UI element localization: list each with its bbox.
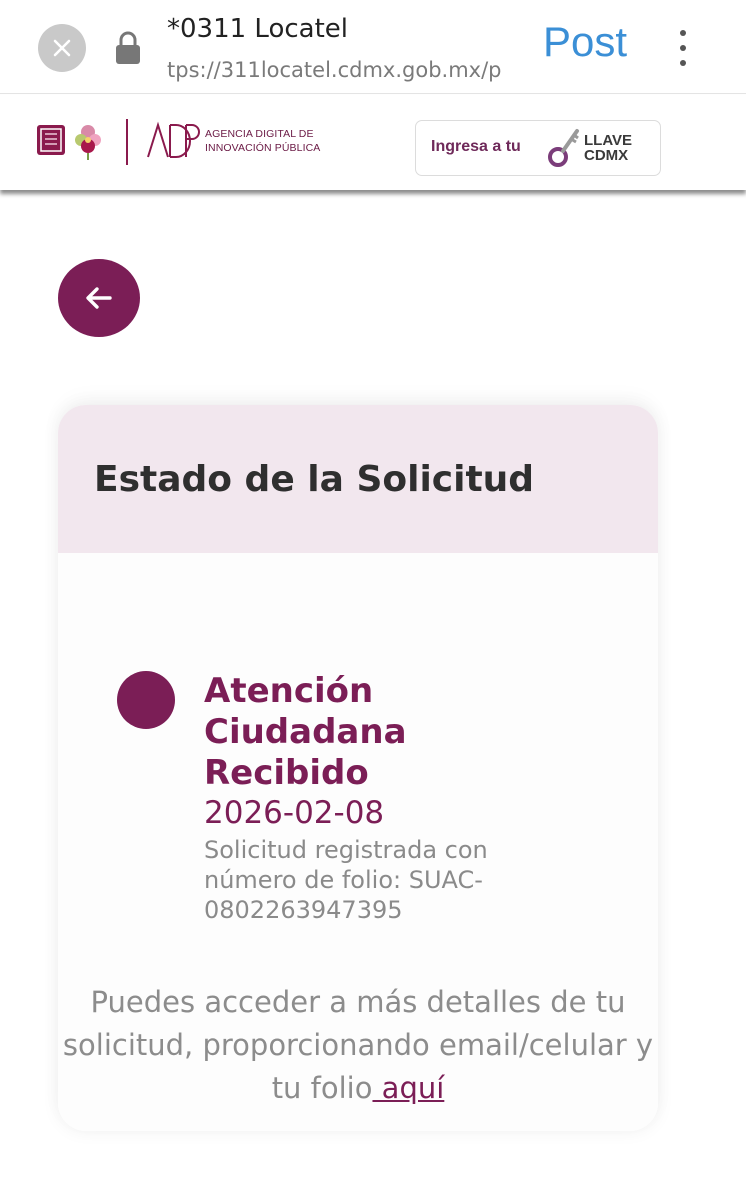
arrow-left-icon	[86, 287, 112, 309]
card-title: Estado de la Solicitud	[94, 459, 535, 500]
agency-line-1: AGENCIA DIGITAL DE	[205, 128, 314, 140]
cdmx-emblem-icon	[37, 125, 65, 155]
adip-logo-icon	[147, 121, 200, 158]
card-header: Estado de la Solicitud	[58, 405, 658, 553]
tab-title: *0311 Locatel	[167, 14, 349, 44]
status-title: Atención Ciudadana Recibido	[204, 671, 407, 793]
here-link[interactable]: aquí	[372, 1071, 445, 1105]
close-icon	[53, 39, 71, 57]
more-info-text: Puedes acceder a más detalles de tu soli…	[58, 981, 658, 1110]
request-status-card: Estado de la Solicitud Atención Ciudadan…	[58, 405, 658, 1131]
agency-name: AGENCIA DIGITAL DE INNOVACIÓN PÚBLICA	[205, 127, 320, 155]
back-button[interactable]	[58, 259, 140, 337]
close-button[interactable]	[38, 24, 86, 72]
status-description: Solicitud registrada con número de folio…	[204, 836, 488, 924]
cdmx-word: CDMX	[584, 147, 629, 164]
flower-logo-icon	[75, 125, 101, 160]
more-vert-icon[interactable]	[676, 30, 690, 66]
llave-word: LLAVE	[584, 132, 633, 149]
browser-bar: *0311 Locatel tps://311locatel.cdmx.gob.…	[0, 0, 746, 94]
key-icon	[548, 129, 579, 167]
card-body: Atención Ciudadana Recibido 2026-02-08 S…	[58, 553, 658, 1131]
more-info-message: Puedes acceder a más detalles de tu soli…	[62, 985, 654, 1105]
status-date: 2026-02-08	[204, 795, 385, 831]
llave-cdmx-login-button[interactable]: Ingresa a tu LLAVE CDMX	[415, 120, 661, 176]
status-dot	[117, 671, 175, 729]
url-text[interactable]: tps://311locatel.cdmx.gob.mx/p	[167, 58, 519, 82]
lock-icon	[116, 31, 140, 64]
site-header: AGENCIA DIGITAL DE INNOVACIÓN PÚBLICA In…	[0, 95, 746, 190]
post-button[interactable]: Post	[543, 18, 627, 66]
logo-divider	[126, 119, 128, 165]
agency-line-2: INNOVACIÓN PÚBLICA	[205, 142, 321, 154]
llave-prefix: Ingresa a tu	[431, 138, 521, 155]
